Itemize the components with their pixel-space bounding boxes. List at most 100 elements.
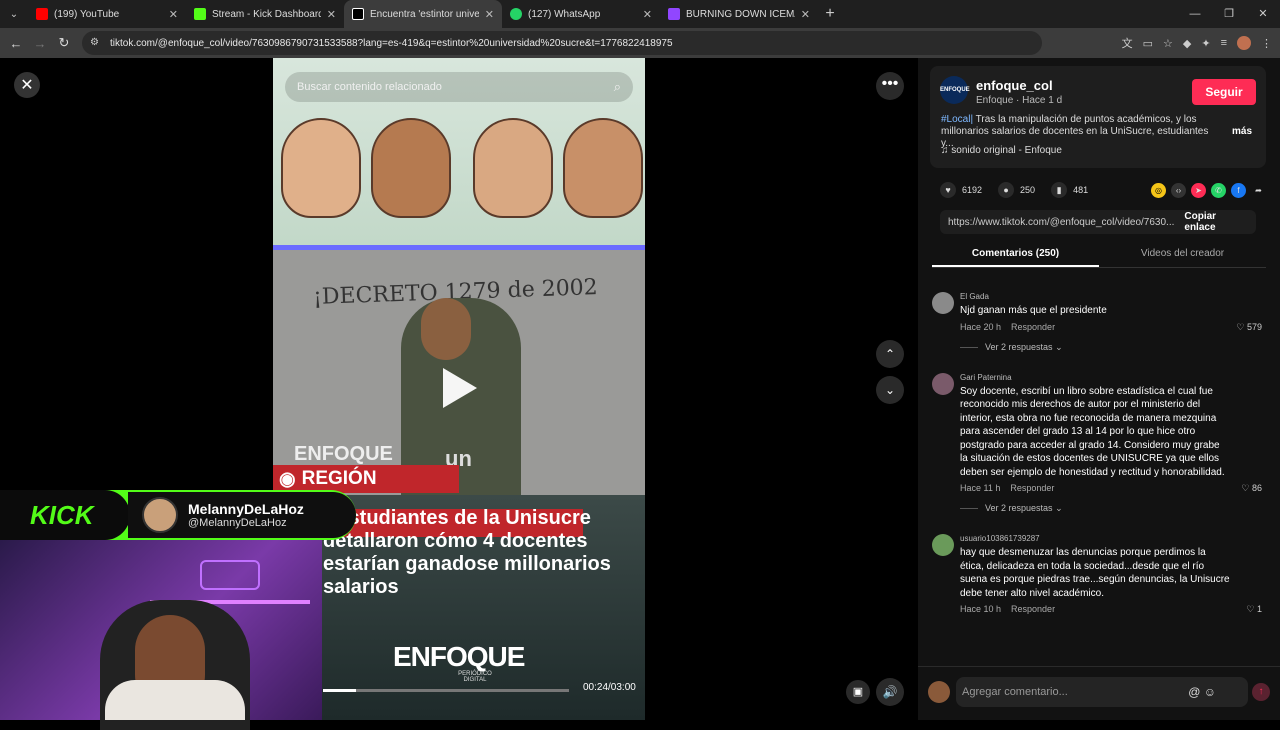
restore-icon[interactable]: ❐ bbox=[1212, 0, 1246, 28]
more-link[interactable]: más bbox=[1232, 126, 1252, 137]
bookmark-icon: ▮ bbox=[1051, 182, 1068, 198]
new-tab-button[interactable]: + bbox=[818, 5, 842, 23]
video-search-input[interactable]: Buscar contenido relacionado ⌕ bbox=[285, 72, 633, 102]
shield-icon[interactable]: ◆ bbox=[1183, 37, 1191, 50]
close-tab-icon[interactable]: ✕ bbox=[327, 8, 336, 21]
comment-time: Hace 20 h bbox=[960, 321, 1002, 332]
url-field[interactable]: ⚙ tiktok.com/@enfoque_col/video/76309867… bbox=[82, 31, 1042, 55]
sound-row[interactable]: ♫ sonido original - Enfoque bbox=[941, 145, 1062, 156]
close-tab-icon[interactable]: ✕ bbox=[485, 8, 494, 21]
coin-icon[interactable]: ◎ bbox=[1151, 182, 1166, 198]
author-username[interactable]: enfoque_col bbox=[976, 78, 1053, 93]
tab-comments[interactable]: Comentarios (250) bbox=[932, 244, 1099, 267]
speaker-head bbox=[421, 298, 471, 360]
search-icon[interactable]: ⌕ bbox=[614, 79, 621, 95]
author-avatar[interactable]: ENFOQUE bbox=[940, 76, 970, 104]
comment-meta: Hace 20 h Responder ♡ 579 bbox=[960, 322, 1272, 332]
tab-tiktok[interactable]: Encuentra 'estintor universidad ✕ bbox=[344, 0, 502, 28]
close-tab-icon[interactable]: ✕ bbox=[169, 8, 178, 21]
volume-icon[interactable]: 🔊 bbox=[876, 678, 904, 706]
profile-avatar[interactable] bbox=[1237, 36, 1251, 50]
comment-button[interactable]: ● 250 bbox=[998, 182, 1035, 198]
close-icon[interactable]: ✕ bbox=[14, 72, 40, 98]
cast-icon[interactable]: ▭ bbox=[1143, 37, 1153, 50]
send-comment-icon[interactable]: ↑ bbox=[1252, 683, 1270, 701]
picture-in-picture-icon[interactable]: ▣ bbox=[846, 680, 870, 704]
close-tab-icon[interactable]: ✕ bbox=[801, 8, 810, 21]
copy-link-button[interactable]: Copiar enlace bbox=[1174, 211, 1256, 233]
avatar[interactable] bbox=[932, 534, 954, 556]
media-icon[interactable]: ≡ bbox=[1221, 37, 1227, 49]
youtube-icon bbox=[36, 8, 48, 20]
comment-user[interactable]: El Gada bbox=[960, 288, 1272, 301]
facebook-icon[interactable]: f bbox=[1231, 182, 1246, 198]
progress-fill bbox=[323, 689, 356, 692]
minimize-icon[interactable]: — bbox=[1178, 0, 1212, 28]
share-icon[interactable]: ➦ bbox=[1251, 183, 1266, 198]
tab-kick[interactable]: Stream - Kick Dashboard ✕ bbox=[186, 0, 344, 28]
translate-icon[interactable]: 文 bbox=[1122, 35, 1133, 51]
tiktok-icon bbox=[352, 8, 364, 20]
like-button[interactable]: ♥ 6192 bbox=[940, 182, 982, 198]
embed-icon[interactable]: ‹› bbox=[1171, 182, 1186, 198]
whatsapp-share-icon[interactable]: ✆ bbox=[1211, 182, 1226, 198]
reply-button[interactable]: Responder bbox=[1010, 483, 1054, 493]
caricature-face bbox=[473, 118, 553, 218]
reload-icon[interactable]: ↻ bbox=[52, 35, 76, 51]
previous-video-icon[interactable]: ⌃ bbox=[876, 340, 904, 368]
description-text: Tras la manipulación de puntos académico… bbox=[941, 114, 1209, 149]
comment-user[interactable]: Gari Paternina bbox=[960, 369, 1272, 382]
tab-search-icon[interactable]: ⌄ bbox=[0, 0, 28, 28]
video-player[interactable]: Buscar contenido relacionado ⌕ ¡DECRETO … bbox=[273, 58, 645, 720]
close-window-icon[interactable]: ✕ bbox=[1246, 0, 1280, 28]
reply-button[interactable]: Responder bbox=[1011, 322, 1055, 332]
comment-user[interactable]: usuario103861739287 bbox=[960, 530, 1272, 543]
music-icon: ♫ bbox=[941, 145, 949, 156]
avatar bbox=[928, 681, 950, 703]
tab-twitch[interactable]: BURNING DOWN ICEMAN FINA ✕ bbox=[660, 0, 818, 28]
share-link[interactable]: https://www.tiktok.com/@enfoque_col/vide… bbox=[948, 217, 1174, 228]
caricature-face bbox=[563, 118, 643, 218]
extensions-icon[interactable]: ✦ bbox=[1201, 37, 1210, 50]
comment-placeholder: Agregar comentario... bbox=[962, 686, 1068, 698]
forward-icon[interactable]: → bbox=[28, 36, 52, 51]
comment-text: Njd ganan más que el presidente bbox=[960, 305, 1107, 316]
browser-tab-strip: ⌄ (199) YouTube ✕ Stream - Kick Dashboar… bbox=[0, 0, 1280, 28]
bookmark-star-icon[interactable]: ☆ bbox=[1163, 37, 1173, 50]
streamer-handle: @MelannyDeLaHoz bbox=[188, 516, 287, 529]
close-tab-icon[interactable]: ✕ bbox=[643, 8, 652, 21]
tab-youtube[interactable]: (199) YouTube ✕ bbox=[28, 0, 186, 28]
tab-whatsapp[interactable]: (127) WhatsApp ✕ bbox=[502, 0, 660, 28]
site-info-icon[interactable]: ⚙ bbox=[90, 37, 102, 49]
view-replies-button[interactable]: Ver 2 respuestas ⌄ bbox=[960, 342, 1272, 353]
save-button[interactable]: ▮ 481 bbox=[1051, 182, 1088, 198]
comment-like[interactable]: ♡ 579 bbox=[1236, 322, 1262, 333]
composer-icons: @ ☺ bbox=[1188, 677, 1216, 707]
video-progress-bar[interactable] bbox=[323, 689, 569, 692]
comment-like[interactable]: ♡ 1 bbox=[1246, 604, 1262, 615]
details-panel: ENFOQUE enfoque_col Enfoque · Hace 1 d S… bbox=[918, 58, 1280, 720]
sound-name: sonido original - Enfoque bbox=[951, 145, 1062, 156]
next-video-icon[interactable]: ⌄ bbox=[876, 376, 904, 404]
more-options-icon[interactable]: ••• bbox=[876, 72, 904, 100]
reply-button[interactable]: Responder bbox=[1011, 604, 1055, 614]
search-placeholder: Buscar contenido relacionado bbox=[297, 81, 442, 93]
comment-like[interactable]: ♡ 86 bbox=[1241, 483, 1262, 494]
view-replies-button[interactable]: Ver 2 respuestas ⌄ bbox=[960, 503, 1272, 514]
author-meta: Enfoque · Hace 1 d bbox=[976, 95, 1063, 106]
play-icon[interactable] bbox=[443, 368, 477, 408]
hashtag-link[interactable]: #Local| bbox=[941, 114, 973, 125]
emoji-icon[interactable]: ☺ bbox=[1204, 685, 1216, 699]
tab-label: Encuentra 'estintor universidad bbox=[370, 8, 479, 20]
menu-icon[interactable]: ⋮ bbox=[1261, 37, 1272, 50]
send-icon[interactable]: ➤ bbox=[1191, 182, 1206, 198]
mention-icon[interactable]: @ bbox=[1188, 685, 1200, 699]
streamer-name: MelannyDeLaHoz bbox=[188, 500, 304, 517]
tab-creator-videos[interactable]: Videos del creador bbox=[1099, 244, 1266, 267]
kick-logo: KICK bbox=[0, 490, 130, 540]
back-icon[interactable]: ← bbox=[4, 36, 28, 51]
kick-streamer-card: MelannyDeLaHoz @MelannyDeLaHoz bbox=[128, 492, 356, 538]
follow-button[interactable]: Seguir bbox=[1192, 79, 1256, 105]
avatar[interactable] bbox=[932, 372, 954, 395]
avatar[interactable] bbox=[932, 292, 954, 314]
